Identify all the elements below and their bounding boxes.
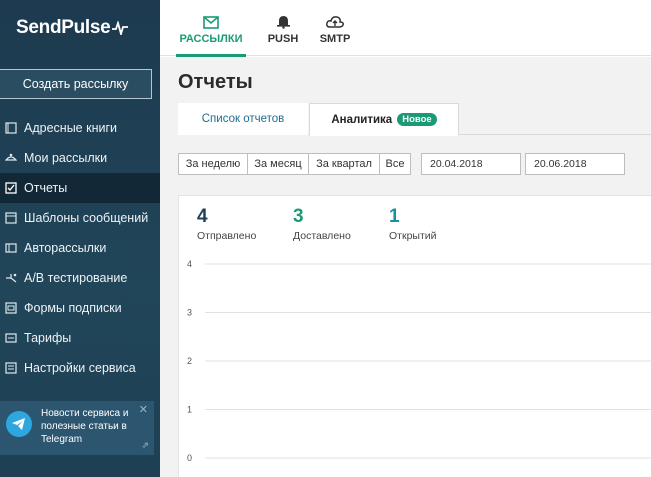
sidebar-item-ab-testing[interactable]: A/B тестирование: [0, 263, 160, 293]
stat-value: 3: [293, 206, 304, 227]
date-to-input[interactable]: 20.06.2018: [525, 153, 625, 175]
sidebar-item-subscription-forms[interactable]: Формы подписки: [0, 293, 160, 323]
stat-label: Открытий: [389, 230, 437, 242]
stat-label: Отправлено: [197, 230, 257, 242]
new-badge: Новое: [397, 113, 437, 126]
brand-name: SendPulse: [16, 17, 111, 38]
tab-smtp[interactable]: SMTP: [312, 0, 358, 56]
tab-analytics[interactable]: Аналитика Новое: [309, 103, 459, 136]
analytics-chart: 4 3 2 1 0: [187, 259, 651, 463]
y-tick-label: 1: [187, 405, 192, 415]
sidebar-item-my-campaigns[interactable]: Мои рассылки: [0, 143, 160, 173]
telegram-banner-text: Новости сервиса и полезные статьи в Tele…: [41, 408, 129, 445]
stat-opens: 1 Открытий: [389, 206, 437, 242]
tab-push[interactable]: PUSH: [260, 0, 306, 56]
sidebar-item-address-books[interactable]: Адресные книги: [0, 113, 160, 143]
ab-icon: [4, 271, 18, 285]
sidebar-item-label: Формы подписки: [24, 301, 122, 315]
bell-icon: [276, 11, 291, 29]
sidebar-item-templates[interactable]: Шаблоны сообщений: [0, 203, 160, 233]
sidebar-item-label: A/B тестирование: [24, 271, 128, 285]
checkbox-icon: [4, 181, 18, 195]
tariff-icon: [4, 331, 18, 345]
sidebar-item-label: Авторассылки: [24, 241, 107, 255]
y-tick-label: 4: [187, 259, 192, 269]
telegram-banner[interactable]: Новости сервиса и полезные статьи в Tele…: [0, 401, 154, 455]
telegram-icon: [6, 411, 32, 437]
form-icon: [4, 301, 18, 315]
tab-label: PUSH: [267, 33, 299, 45]
sidebar-item-label: Отчеты: [24, 181, 68, 195]
period-all-button[interactable]: Все: [379, 153, 411, 175]
page-title: Отчеты: [178, 71, 253, 93]
sidebar-item-label: Настройки сервиса: [24, 361, 136, 375]
analytics-card: 4 Отправлено 3 Доставлено 1 Открытий 4 3 2…: [178, 195, 651, 477]
megaphone-icon: [4, 151, 18, 165]
y-tick-label: 2: [187, 356, 192, 366]
y-tick-label: 3: [187, 308, 192, 318]
sidebar-item-reports[interactable]: Отчеты: [0, 173, 160, 203]
tab-label: РАССЫЛКИ: [179, 33, 243, 45]
stat-label: Доставлено: [293, 230, 351, 242]
sidebar-item-automation[interactable]: Авторассылки: [0, 233, 160, 263]
address-book-icon: [4, 121, 18, 135]
cloud-icon: [326, 11, 344, 29]
sidebar-item-service-settings[interactable]: Настройки сервиса: [0, 353, 160, 383]
report-tabs: Список отчетов Аналитика Новое: [178, 103, 651, 136]
period-month-button[interactable]: За месяц: [247, 153, 309, 175]
top-navigation: РАССЫЛКИ PUSH SMTP: [160, 0, 651, 57]
mail-icon: [203, 11, 219, 29]
sidebar-item-label: Мои рассылки: [24, 151, 108, 165]
auto-icon: [4, 241, 18, 255]
tab-report-list[interactable]: Список отчетов: [178, 103, 308, 135]
period-selector: За неделю За месяц За квартал Все: [178, 153, 411, 175]
sidebar-item-label: Шаблоны сообщений: [24, 211, 149, 225]
sidebar: SendPulse Создать рассылку Адресные книг…: [0, 0, 160, 477]
sidebar-nav: Адресные книги Мои рассылки Отчеты Шабло…: [0, 113, 160, 383]
sidebar-item-tariffs[interactable]: Тарифы: [0, 323, 160, 353]
external-link-icon[interactable]: ⇗: [141, 441, 149, 451]
stat-delivered: 3 Доставлено: [293, 206, 351, 242]
template-icon: [4, 211, 18, 225]
pulse-icon: [112, 21, 129, 35]
stat-sent: 4 Отправлено: [197, 206, 256, 242]
tab-label: Список отчетов: [201, 113, 285, 125]
create-campaign-button[interactable]: Создать рассылку: [0, 69, 152, 99]
tab-label: Аналитика: [331, 113, 393, 126]
tab-campaigns[interactable]: РАССЫЛКИ: [176, 0, 246, 57]
period-week-button[interactable]: За неделю: [178, 153, 248, 175]
stat-value: 1: [389, 206, 400, 227]
logo[interactable]: SendPulse: [16, 17, 129, 39]
settings-icon: [4, 361, 18, 375]
sidebar-item-label: Тарифы: [24, 331, 72, 345]
sidebar-item-label: Адресные книги: [24, 121, 117, 135]
period-quarter-button[interactable]: За квартал: [308, 153, 380, 175]
date-from-input[interactable]: 20.04.2018: [421, 153, 521, 175]
close-icon[interactable]: ✕: [139, 403, 148, 416]
stat-value: 4: [197, 206, 208, 227]
y-tick-label: 0: [187, 453, 192, 463]
tab-label: SMTP: [319, 33, 351, 45]
main-content: Отчеты Список отчетов Аналитика Новое За…: [160, 57, 651, 477]
